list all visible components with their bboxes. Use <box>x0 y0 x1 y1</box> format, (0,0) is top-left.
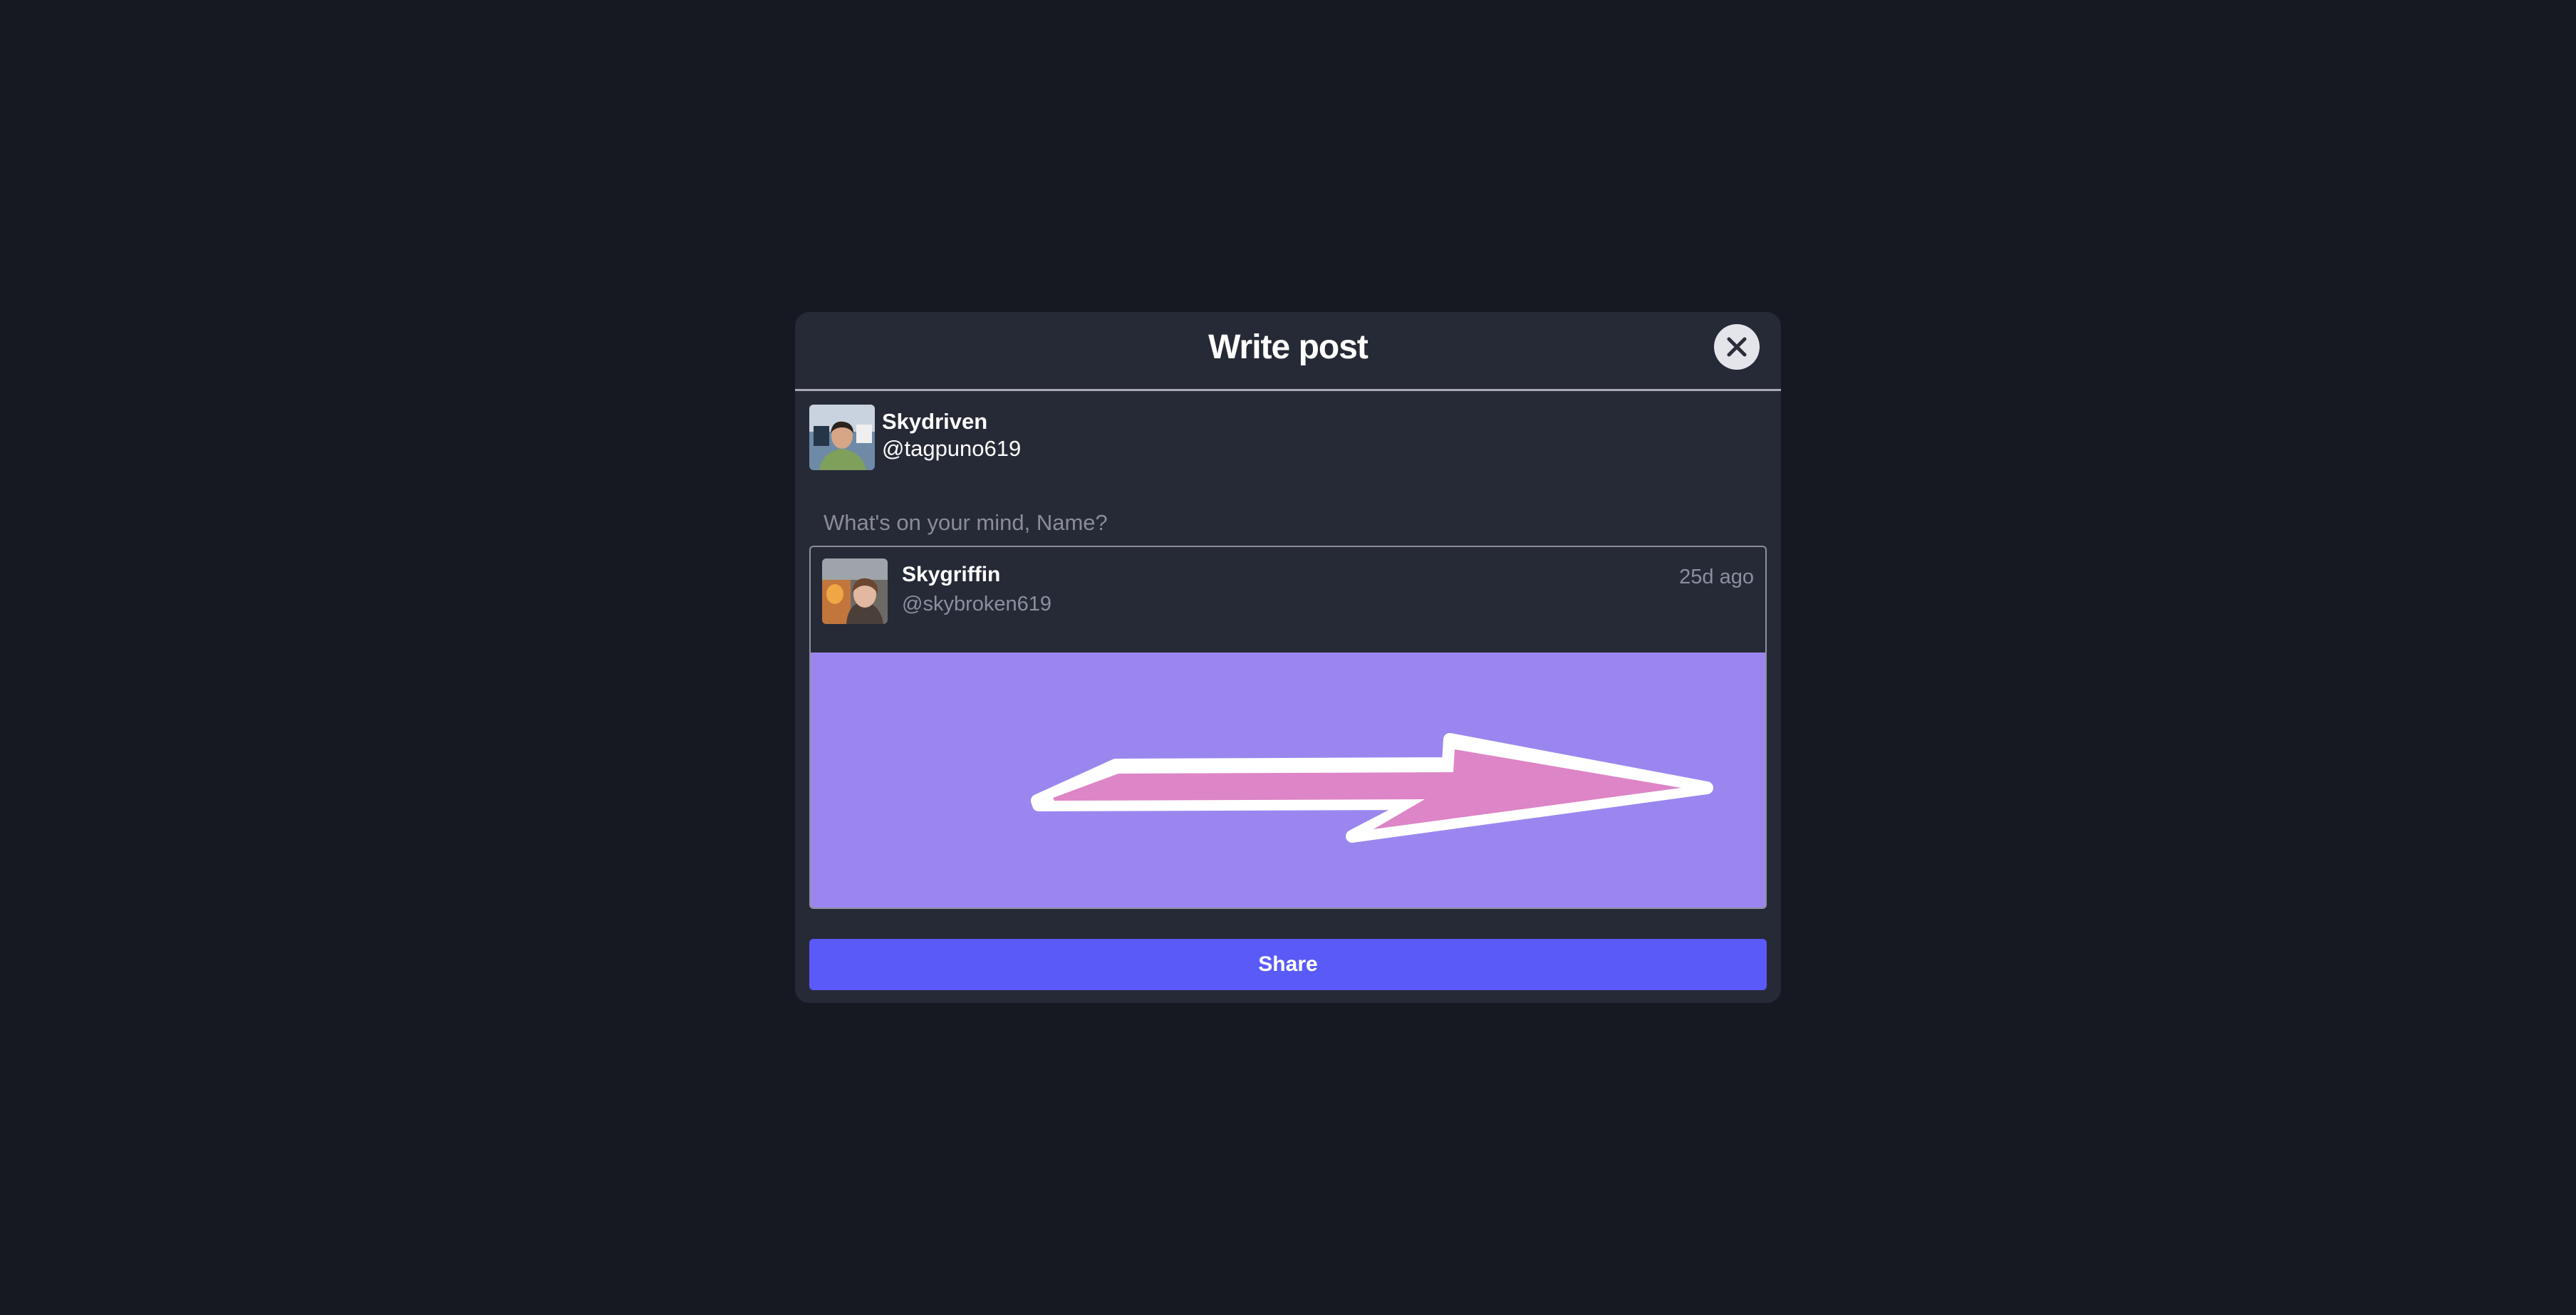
arrow-right-image <box>811 653 1765 908</box>
avatar[interactable] <box>809 405 875 470</box>
close-icon <box>1727 337 1747 357</box>
quoted-post[interactable]: Skygriffin @skybroken619 25d ago <box>809 546 1767 909</box>
quoted-author-handle: @skybroken619 <box>902 593 1051 615</box>
write-post-modal: Write post Skydriven @tagpuno619 What's … <box>795 312 1781 1003</box>
author-name: Skydriven <box>882 409 988 434</box>
quoted-avatar[interactable] <box>822 558 888 624</box>
quoted-author-name: Skygriffin <box>902 563 1001 586</box>
author-handle: @tagpuno619 <box>882 436 1022 461</box>
close-button[interactable] <box>1714 324 1760 370</box>
share-button[interactable]: Share <box>809 939 1767 990</box>
quoted-timestamp: 25d ago <box>1679 566 1754 588</box>
modal-header: Write post <box>795 312 1781 391</box>
modal-title: Write post <box>1208 328 1368 366</box>
post-text-input[interactable] <box>809 500 1767 546</box>
quoted-post-image[interactable] <box>811 653 1765 908</box>
